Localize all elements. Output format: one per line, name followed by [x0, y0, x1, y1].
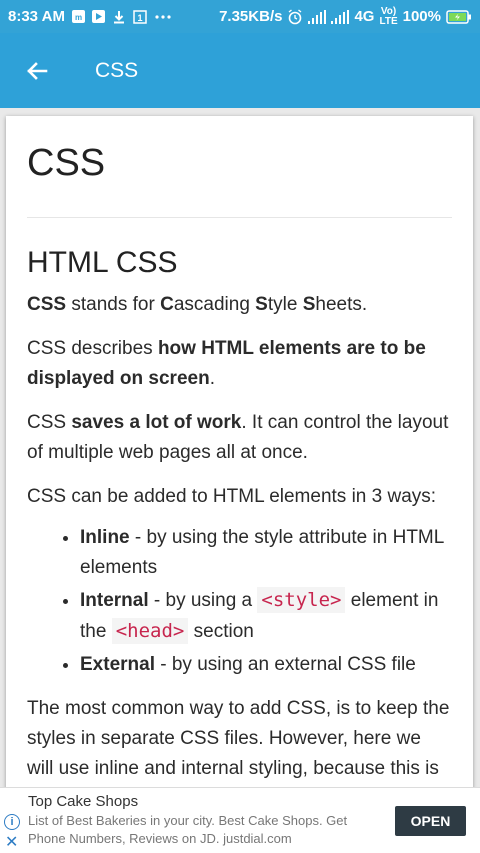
svg-text:m: m: [75, 13, 82, 22]
paragraph-three-ways: CSS can be added to HTML elements in 3 w…: [27, 486, 437, 507]
list-item-internal: Internal - by using a <style> element in…: [80, 585, 452, 647]
battery-charging-icon: [446, 9, 472, 24]
code-head-tag: <head>: [111, 618, 189, 644]
status-bar: 8:33 AM m 1 7.35KB/s 4G Vo) LTE 100%: [0, 0, 480, 33]
arrow-back-icon: [27, 61, 48, 80]
ad-title[interactable]: Top Cake Shops: [28, 793, 138, 810]
code-style-tag: <style>: [257, 587, 346, 613]
ad-description: List of Best Bakeries in your city. Best…: [28, 813, 348, 846]
volte-indicator: Vo) LTE: [379, 5, 398, 27]
network-type: 4G: [354, 8, 375, 25]
list-item-inline: Inline - by using the style attribute in…: [80, 522, 452, 583]
network-speed: 7.35KB/s: [219, 8, 283, 25]
download-icon: [112, 10, 126, 24]
paragraph-saves-work: CSS saves a lot of work. It can control …: [27, 412, 449, 463]
paragraph-common-way: The most common way to add CSS, is to ke…: [27, 698, 450, 796]
signal-icon-1: [308, 9, 327, 24]
section-title: HTML CSS: [27, 246, 178, 279]
app-notification-icon: m: [71, 10, 85, 23]
battery-level: 100%: [402, 8, 441, 25]
ways-list: Inline - by using the style attribute in…: [27, 522, 452, 680]
content-card: CSS HTML CSS CSS stands for Cascading St…: [6, 116, 473, 796]
app-bar-title: CSS: [95, 58, 139, 82]
page-title: CSS: [27, 142, 106, 184]
paragraph-css-describes: CSS describes how HTML elements are to b…: [27, 338, 426, 389]
svg-text:1: 1: [137, 13, 142, 23]
sim-notification-icon: 1: [133, 9, 147, 24]
ad-banner[interactable]: Top Cake Shops i ✕ List of Best Bakeries…: [0, 787, 480, 853]
list-item-external: External - by using an external CSS file: [80, 649, 452, 680]
ad-info-icon[interactable]: i: [4, 814, 20, 830]
more-notifications-icon: [154, 14, 172, 20]
divider: [27, 217, 452, 218]
ad-open-button[interactable]: OPEN: [395, 806, 466, 836]
ad-close-icon[interactable]: ✕: [5, 835, 18, 851]
play-store-icon: [91, 10, 105, 23]
app-bar: CSS: [0, 33, 480, 108]
back-button[interactable]: [0, 33, 74, 108]
alarm-icon: [287, 8, 303, 25]
signal-icon-2: [331, 9, 350, 24]
status-time: 8:33 AM: [8, 8, 65, 25]
paragraph-css-definition: CSS stands for Cascading Style Sheets.: [27, 294, 368, 315]
